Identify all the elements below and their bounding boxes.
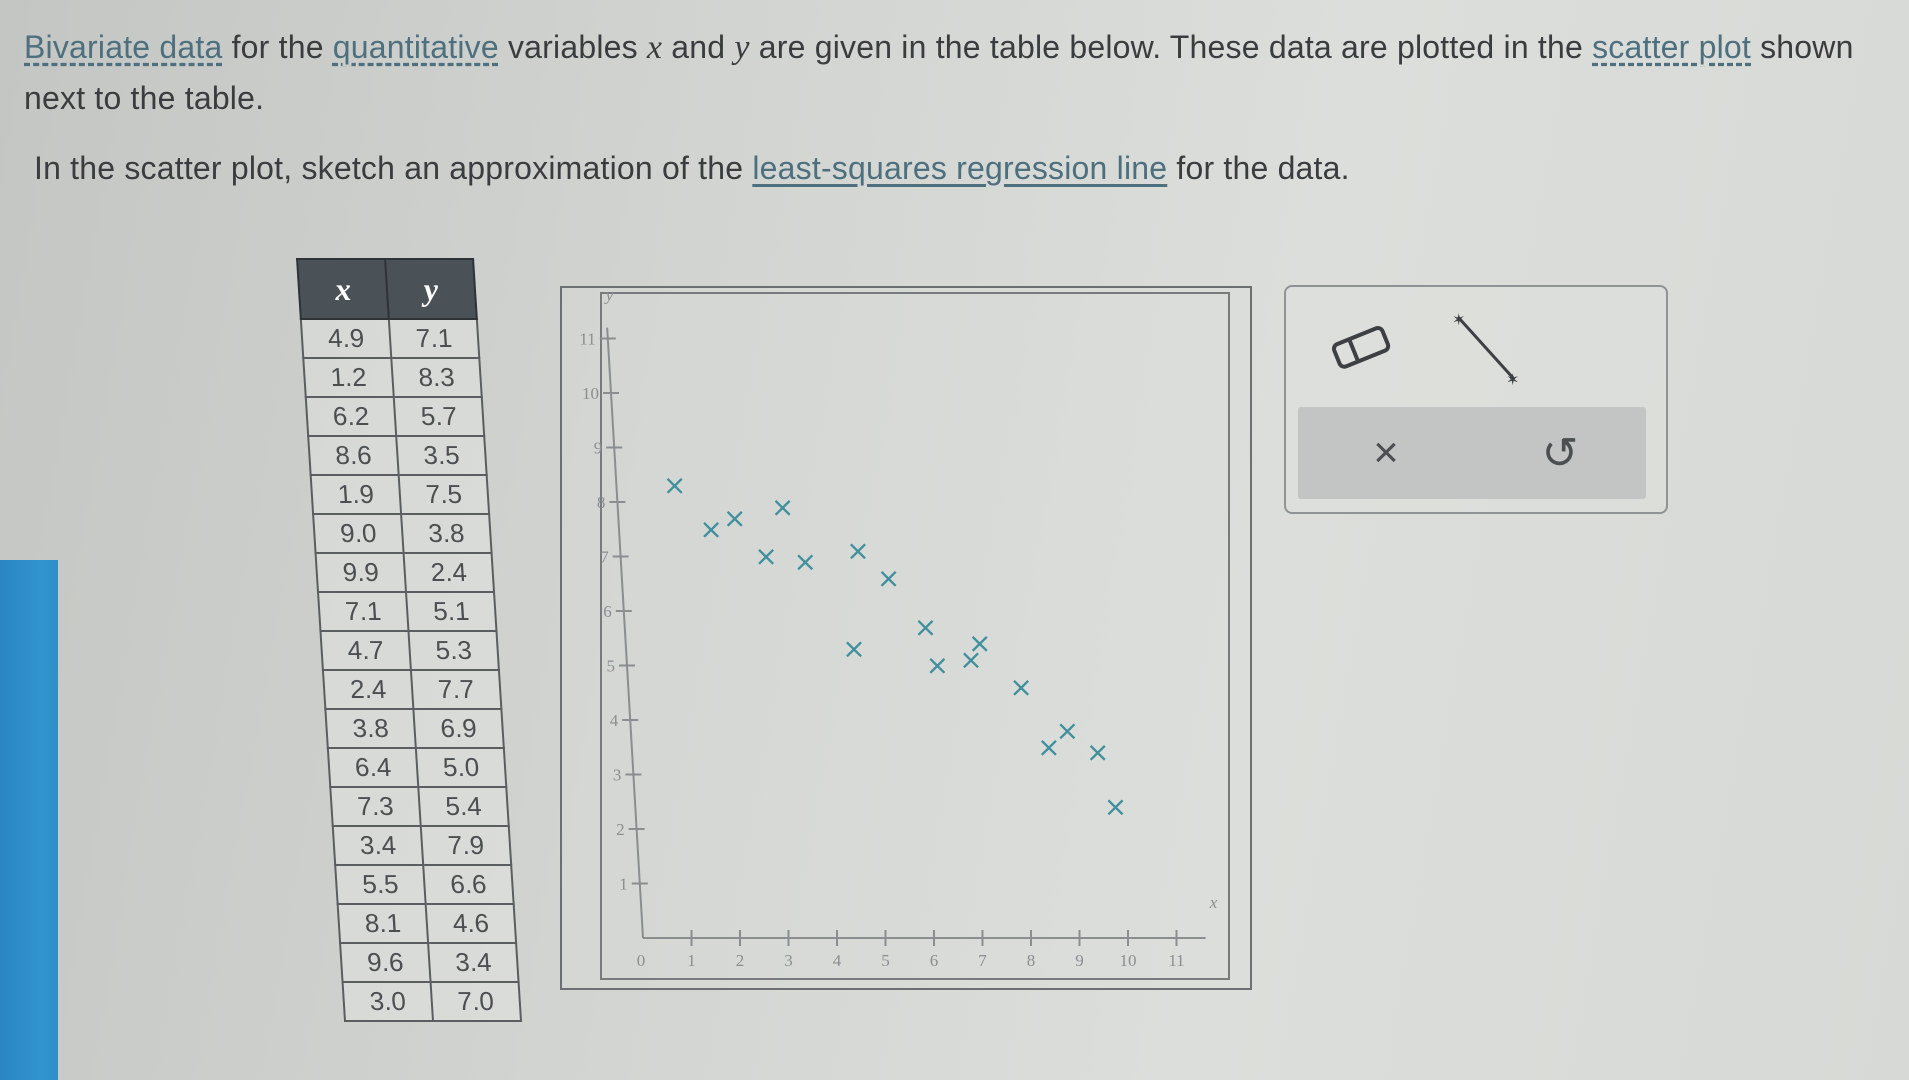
- data-point: ×: [968, 627, 991, 660]
- x-tick-label: 2: [736, 951, 745, 970]
- svg-text:✶: ✶: [1452, 310, 1465, 329]
- data-point: ×: [842, 632, 865, 665]
- y-tick-label: 5: [607, 657, 616, 676]
- x-tick-label: 9: [1075, 951, 1084, 970]
- undo-button[interactable]: ↺: [1520, 413, 1600, 493]
- origin-label: 0: [637, 951, 646, 970]
- scatter-plot[interactable]: 12345678910111 2 3 4 5 6 7 8 9 10 110yx×××××××××××…: [0, 0, 1909, 1080]
- y-tick-label: 3: [613, 766, 622, 785]
- y-tick-label: 2: [616, 820, 625, 839]
- y-axis-label: y: [604, 285, 614, 304]
- y-axis: [606, 327, 644, 939]
- close-icon: ×: [1373, 428, 1399, 477]
- data-point: ×: [793, 545, 816, 578]
- graph-tool-panel: ✶ ✶ × ↺: [1284, 285, 1668, 514]
- x-tick-label: 11: [1168, 951, 1184, 970]
- line-tool-button[interactable]: ✶ ✶: [1446, 307, 1526, 387]
- x-tick-label: 5: [881, 951, 890, 970]
- y-tick-label: 7: [600, 548, 609, 567]
- data-point: ×: [771, 490, 794, 523]
- eraser-icon: [1331, 326, 1391, 369]
- x-axis-label: x: [1209, 893, 1218, 912]
- data-point: ×: [926, 649, 949, 682]
- data-point: ×: [877, 561, 900, 594]
- y-tick-label: 4: [610, 711, 619, 730]
- y-tick-label: 8: [597, 493, 606, 512]
- data-point: ×: [1086, 736, 1109, 769]
- data-point: ×: [699, 512, 722, 545]
- x-tick-label: 6: [930, 951, 939, 970]
- data-point: ×: [914, 610, 937, 643]
- y-tick-label: 6: [603, 602, 612, 621]
- undo-icon: ↺: [1541, 428, 1579, 478]
- y-tick-label: 10: [582, 384, 599, 403]
- data-point: ×: [1009, 670, 1032, 703]
- data-point: ×: [754, 540, 777, 573]
- clear-button[interactable]: ×: [1346, 413, 1426, 493]
- x-tick-label: 4: [833, 951, 842, 970]
- x-tick-label: 1: [687, 951, 696, 970]
- x-tick-label: 10: [1120, 951, 1137, 970]
- data-point: ×: [663, 469, 686, 502]
- y-tick-label: 1: [619, 875, 628, 894]
- y-tick-label: 9: [594, 439, 603, 458]
- data-point: ×: [846, 534, 869, 567]
- data-point: ×: [723, 501, 746, 534]
- x-tick-label: 3: [784, 951, 793, 970]
- y-tick-label: 11: [579, 330, 595, 349]
- data-point: ×: [1104, 790, 1127, 823]
- svg-text:✶: ✶: [1506, 370, 1519, 387]
- line-tool-icon: ✶ ✶: [1452, 310, 1519, 387]
- data-point: ×: [1056, 714, 1079, 747]
- eraser-tool-button[interactable]: [1322, 307, 1402, 387]
- x-tick-label: 7: [978, 951, 987, 970]
- action-bar: × ↺: [1298, 407, 1646, 499]
- x-tick-label: 8: [1027, 951, 1036, 970]
